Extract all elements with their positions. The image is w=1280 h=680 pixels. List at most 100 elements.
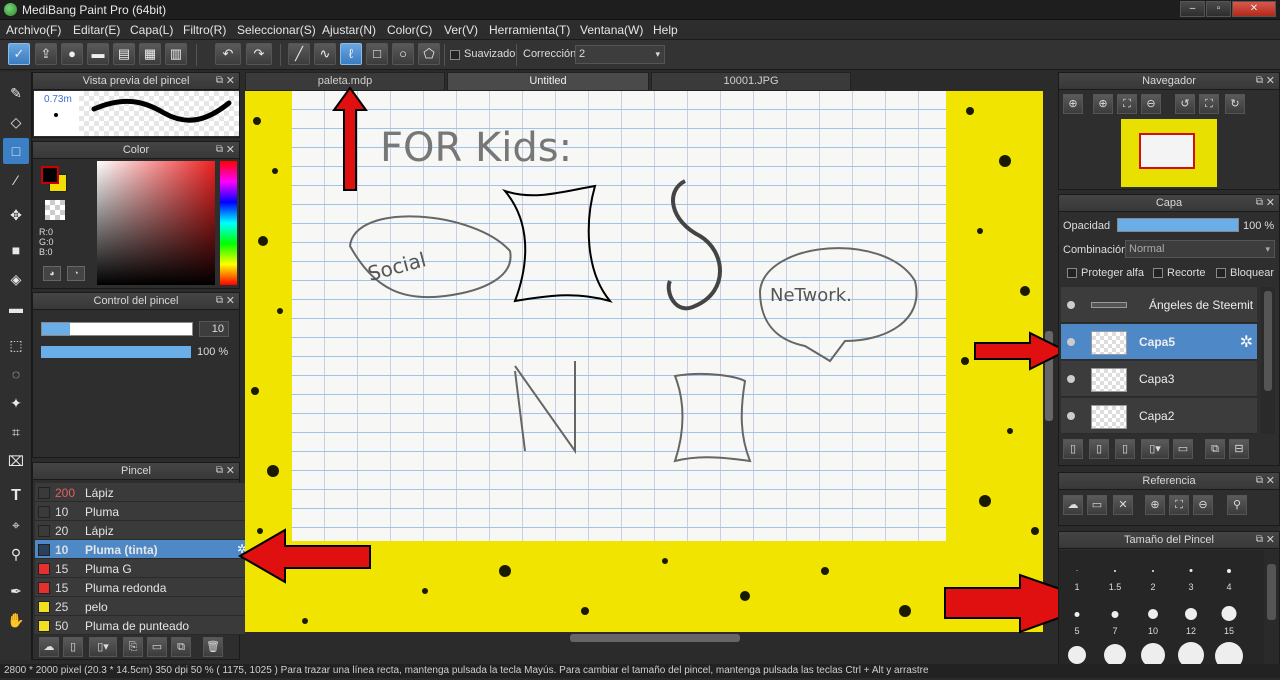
brush-item[interactable]: 10 Pluma bbox=[35, 502, 251, 521]
zoom-in-icon[interactable]: ⊕ bbox=[1063, 94, 1083, 114]
close-icon[interactable]: ✕ bbox=[226, 73, 235, 89]
clip-checkbox[interactable] bbox=[1153, 268, 1163, 278]
scrollbar-thumb[interactable] bbox=[1045, 331, 1053, 421]
menu-filtro[interactable]: Filtro(R) bbox=[183, 23, 226, 37]
new-brush-icon[interactable]: ▯ bbox=[63, 637, 83, 657]
menu-ajustar[interactable]: Ajustar(N) bbox=[322, 23, 376, 37]
protect-alpha-checkbox[interactable] bbox=[1067, 268, 1077, 278]
layer-item[interactable]: Ángeles de Steemit bbox=[1061, 287, 1257, 323]
close-reference-icon[interactable]: ✕ bbox=[1113, 495, 1133, 515]
new-halftone-layer-icon[interactable]: ▯ bbox=[1089, 439, 1109, 459]
magic-wand-tool-icon[interactable]: ✦ bbox=[3, 390, 29, 416]
visibility-toggle[interactable] bbox=[1067, 301, 1075, 309]
brush-size-option[interactable]: 1.5 bbox=[1097, 556, 1133, 594]
cloud-brush-icon[interactable]: ☁ bbox=[39, 637, 59, 657]
ellipse-tool-icon[interactable]: ○ bbox=[392, 43, 414, 65]
hue-slider[interactable] bbox=[220, 161, 237, 285]
visibility-toggle[interactable] bbox=[1067, 375, 1075, 383]
chat-icon[interactable]: ▬ bbox=[87, 43, 109, 65]
layout-icon[interactable]: ▥ bbox=[165, 43, 187, 65]
ref-zoom-out-icon[interactable]: ⊖ bbox=[1193, 495, 1213, 515]
menu-seleccionar[interactable]: Seleccionar(S) bbox=[237, 23, 316, 37]
transparent-color-swatch[interactable] bbox=[45, 200, 65, 220]
layer-item[interactable]: Capa3 bbox=[1061, 361, 1257, 397]
ref-eyedropper-icon[interactable]: ⚲ bbox=[1227, 495, 1247, 515]
brush-item[interactable]: 200 Lápiz bbox=[35, 483, 251, 502]
close-icon[interactable]: ✕ bbox=[1266, 473, 1275, 489]
brush-size-option[interactable]: 12 bbox=[1173, 600, 1209, 638]
undock-icon[interactable]: ⧉ bbox=[1256, 195, 1263, 211]
add-brush-menu-icon[interactable]: ▯▾ bbox=[89, 637, 117, 657]
brush-size-option[interactable]: 1 bbox=[1059, 556, 1095, 594]
close-icon[interactable]: ✕ bbox=[226, 142, 235, 158]
menu-capa[interactable]: Capa(L) bbox=[130, 23, 173, 37]
palette-icon[interactable]: ◕ bbox=[43, 266, 61, 281]
close-icon[interactable]: ✕ bbox=[1266, 532, 1275, 548]
navigator-thumbnail[interactable] bbox=[1121, 119, 1217, 187]
lock-checkbox[interactable] bbox=[1216, 268, 1226, 278]
undock-icon[interactable]: ⧉ bbox=[216, 73, 223, 89]
operation-tool-icon[interactable]: ⌖ bbox=[3, 512, 29, 538]
rotate-left-icon[interactable]: ↺ bbox=[1175, 94, 1195, 114]
undock-icon[interactable]: ⧉ bbox=[1256, 473, 1263, 489]
fit-screen-icon[interactable]: ⛶ bbox=[1199, 94, 1219, 114]
merge-layer-icon[interactable]: ⊟ bbox=[1229, 439, 1249, 459]
brush-size-option[interactable]: 2 bbox=[1135, 556, 1171, 594]
layer-folder-icon[interactable]: ▭ bbox=[1173, 439, 1193, 459]
tab-untitled[interactable]: Untitled bbox=[447, 72, 649, 91]
undock-icon[interactable]: ⧉ bbox=[216, 463, 223, 479]
brush-size-option[interactable]: 15 bbox=[1211, 600, 1247, 638]
minimize-button[interactable]: – bbox=[1180, 1, 1205, 17]
fit-icon[interactable]: ⛶ bbox=[1117, 94, 1137, 114]
smoothing-checkbox[interactable] bbox=[450, 50, 460, 60]
brush-item[interactable]: 20 Lápiz bbox=[35, 521, 251, 540]
home-icon[interactable]: ✓ bbox=[8, 43, 30, 65]
visibility-toggle[interactable] bbox=[1067, 412, 1075, 420]
scrollbar-thumb[interactable] bbox=[1264, 291, 1272, 391]
grid-icon[interactable]: ▦ bbox=[139, 43, 161, 65]
undo-icon[interactable]: ↶ bbox=[215, 43, 241, 65]
polyline-tool-icon[interactable]: ∿ bbox=[314, 43, 336, 65]
new-1bit-layer-icon[interactable]: ▯ bbox=[1115, 439, 1135, 459]
ref-fit-icon[interactable]: ⛶ bbox=[1169, 495, 1189, 515]
menu-editar[interactable]: Editar(E) bbox=[73, 23, 120, 37]
brush-tool-icon[interactable]: ✎ bbox=[3, 80, 29, 106]
maximize-button[interactable]: ▫ bbox=[1206, 1, 1231, 17]
menu-archivo[interactable]: Archivo(F) bbox=[6, 23, 61, 37]
brush-size-option[interactable]: 10 bbox=[1135, 600, 1171, 638]
brush-size-value[interactable]: 10 bbox=[199, 321, 229, 337]
menu-help[interactable]: Help bbox=[653, 23, 678, 37]
polygon-tool-icon[interactable]: ⬠ bbox=[418, 43, 440, 65]
brush-size-scrollbar[interactable] bbox=[1264, 550, 1279, 665]
zoom-in-2-icon[interactable]: ⊕ bbox=[1093, 94, 1113, 114]
brush-item-selected[interactable]: 10 Pluma (tinta) ✲ bbox=[35, 540, 251, 559]
close-icon[interactable]: ✕ bbox=[1266, 73, 1275, 89]
marquee-tool-icon[interactable]: ⬚ bbox=[3, 332, 29, 358]
vertical-scrollbar[interactable] bbox=[1043, 91, 1055, 644]
layer-item[interactable]: Capa2 bbox=[1061, 398, 1257, 434]
menu-ventana[interactable]: Ventana(W) bbox=[580, 23, 643, 37]
comment-icon[interactable]: ● bbox=[61, 43, 83, 65]
curve-tool-icon[interactable]: ℓ bbox=[340, 43, 362, 65]
brush-item[interactable]: 25 pelo bbox=[35, 597, 251, 616]
undock-icon[interactable]: ⧉ bbox=[216, 142, 223, 158]
eyedropper-tool-icon[interactable]: ⚲ bbox=[3, 541, 29, 567]
close-icon[interactable]: ✕ bbox=[1266, 195, 1275, 211]
brush-settings-icon[interactable]: ⎘ bbox=[123, 637, 143, 657]
layer-scrollbar[interactable] bbox=[1261, 287, 1275, 434]
brush-opacity-slider[interactable] bbox=[41, 346, 191, 358]
ref-zoom-in-icon[interactable]: ⊕ bbox=[1145, 495, 1165, 515]
fill-rect-tool-icon[interactable]: ■ bbox=[3, 237, 29, 263]
folder-icon[interactable]: ▭ bbox=[147, 637, 167, 657]
zoom-out-icon[interactable]: ⊖ bbox=[1141, 94, 1161, 114]
scrollbar-thumb[interactable] bbox=[1267, 564, 1276, 620]
menu-herramienta[interactable]: Herramienta(T) bbox=[489, 23, 570, 37]
gear-icon[interactable]: ✲ bbox=[1240, 332, 1253, 352]
open-folder-icon[interactable]: ▭ bbox=[1087, 495, 1107, 515]
close-icon[interactable]: ✕ bbox=[226, 293, 235, 309]
move-tool-icon[interactable]: ✥ bbox=[3, 202, 29, 228]
brush-size-option[interactable]: 3 bbox=[1173, 556, 1209, 594]
select-pen-tool-icon[interactable]: ⌗ bbox=[3, 419, 29, 445]
pen-tool-icon[interactable]: ✒ bbox=[3, 578, 29, 604]
hand-tool-icon[interactable]: ✋ bbox=[3, 607, 29, 633]
